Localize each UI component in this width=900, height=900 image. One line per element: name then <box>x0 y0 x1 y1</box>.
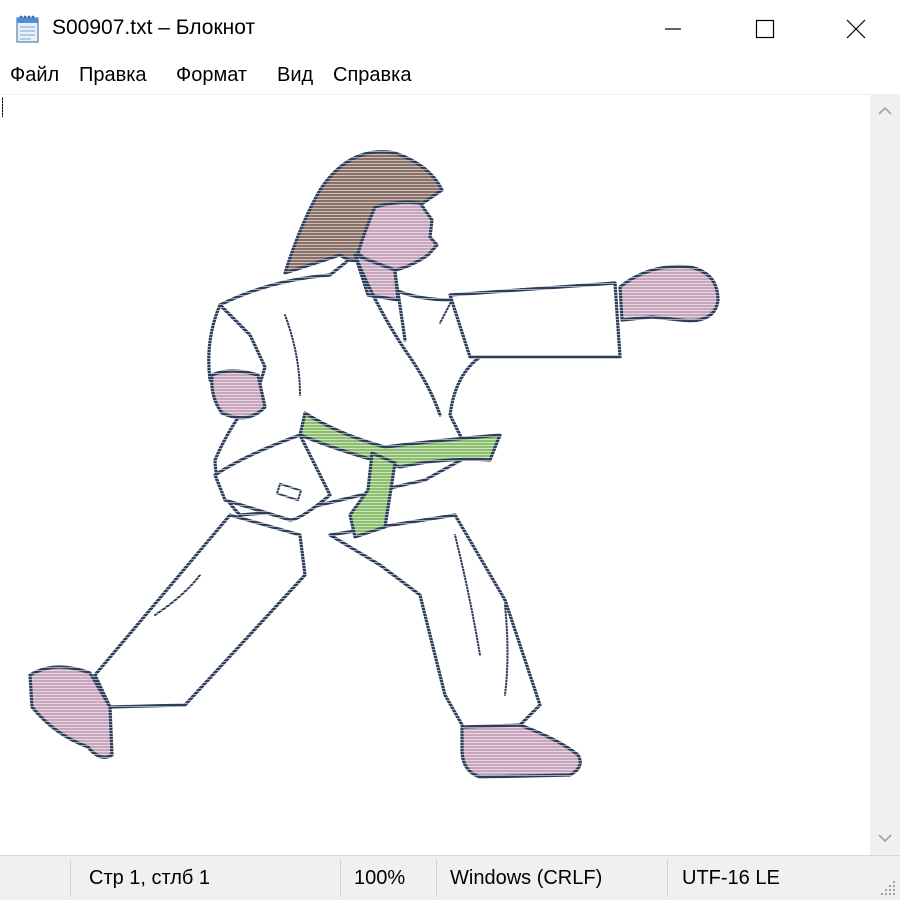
status-separator <box>70 860 71 897</box>
maximize-button[interactable] <box>719 0 811 58</box>
notepad-window: S00907.txt – Блокнот Файл Правка Формат … <box>0 0 900 900</box>
status-separator <box>436 860 437 897</box>
scroll-up-button[interactable] <box>870 94 900 128</box>
karate-figure-ascii-art <box>0 95 870 855</box>
menu-edit[interactable]: Правка <box>79 64 147 87</box>
status-separator <box>340 860 341 897</box>
close-icon <box>846 19 865 39</box>
status-separator <box>667 860 668 897</box>
status-zoom: 100% <box>354 867 406 889</box>
scroll-down-button[interactable] <box>870 821 900 855</box>
maximize-icon <box>755 19 775 39</box>
chevron-up-icon <box>878 106 892 115</box>
menu-help[interactable]: Справка <box>333 64 411 87</box>
chevron-down-icon <box>878 834 892 843</box>
menu-bar: Файл Правка Формат Вид Справка <box>0 58 900 94</box>
menu-view[interactable]: Вид <box>277 64 313 87</box>
notepad-icon <box>16 15 39 43</box>
text-editor[interactable] <box>0 94 870 855</box>
title-bar[interactable]: S00907.txt – Блокнот <box>0 0 900 58</box>
vertical-scrollbar[interactable] <box>870 94 900 855</box>
window-title: S00907.txt – Блокнот <box>52 16 256 39</box>
close-button[interactable] <box>811 0 900 58</box>
status-encoding: UTF-16 LE <box>682 867 780 889</box>
menu-file[interactable]: Файл <box>10 64 59 87</box>
minimize-icon <box>665 28 681 30</box>
menu-format[interactable]: Формат <box>176 64 247 87</box>
status-bar: Стр 1, стлб 1 100% Windows (CRLF) UTF-16… <box>0 855 900 900</box>
minimize-button[interactable] <box>627 0 719 58</box>
status-cursor-position: Стр 1, стлб 1 <box>89 867 211 889</box>
status-line-endings: Windows (CRLF) <box>450 867 603 889</box>
resize-grip-icon[interactable] <box>876 876 898 898</box>
